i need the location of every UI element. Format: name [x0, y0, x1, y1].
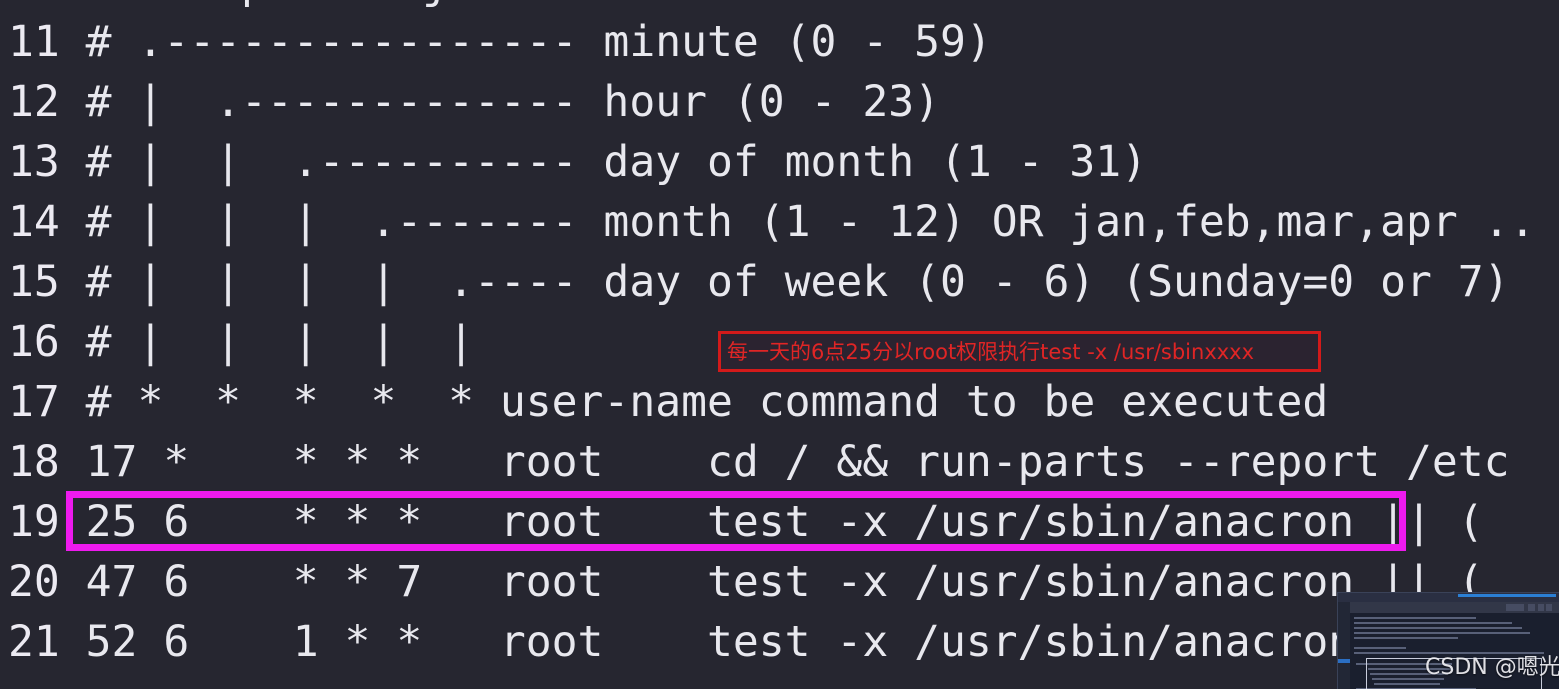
- line-text-19: 25 6 * * * root test -x /usr/sbin/anacro…: [85, 497, 1484, 547]
- code-line-14[interactable]: 14 # | | | .------- month (1 - 12) OR ja…: [8, 192, 1559, 252]
- line-number-15: 15: [8, 257, 60, 307]
- code-line-13[interactable]: 13 # | | .---------- day of month (1 - 3…: [8, 132, 1559, 192]
- code-line-15[interactable]: 15 # | | | | .---- day of week (0 - 6) (…: [8, 252, 1559, 312]
- pip-maximize-button[interactable]: [1546, 604, 1552, 611]
- line-text-16: # | | | | |: [85, 317, 474, 367]
- pip-minimize-button[interactable]: [1538, 604, 1544, 611]
- line-number-18: 18: [8, 437, 60, 487]
- pip-selected-line-marker: [1338, 659, 1350, 663]
- line-number-20: 20: [8, 557, 60, 607]
- line-text-14: # | | | .------- month (1 - 12) OR jan,f…: [85, 197, 1536, 247]
- red-annotation-text: 每一天的6点25分以root权限执行test -x /usr/sbinxxxx: [727, 339, 1255, 364]
- line-text-15: # | | | | .---- day of week (0 - 6) (Sun…: [85, 257, 1510, 307]
- code-line-20[interactable]: 20 47 6 * * 7 root test -x /usr/sbin/ana…: [8, 552, 1559, 612]
- line-text-18: 17 * * * * root cd / && run-parts --repo…: [85, 437, 1510, 487]
- line-number-17: 17: [8, 377, 60, 427]
- red-annotation-box: 每一天的6点25分以root权限执行test -x /usr/sbinxxxx: [718, 331, 1321, 372]
- code-line-19[interactable]: 19 25 6 * * * root test -x /usr/sbin/ana…: [8, 492, 1559, 552]
- line-number-19: 19: [8, 497, 60, 547]
- line-text-17: # * * * * * user-name command to be exec…: [85, 377, 1329, 427]
- code-line-11[interactable]: 11 # .---------------- minute (0 - 59): [8, 12, 1559, 72]
- csdn-watermark: CSDN @嗯光: [1425, 655, 1559, 680]
- line-number-12: 12: [8, 77, 60, 127]
- screenshot-root: 10 # Example of job definition: 11 # .--…: [0, 0, 1559, 689]
- pip-save-button[interactable]: [1506, 604, 1524, 611]
- line-number-11: 11: [8, 17, 60, 67]
- code-line-18[interactable]: 18 17 * * * * root cd / && run-parts --r…: [8, 432, 1559, 492]
- pip-menu-button[interactable]: [1528, 604, 1535, 611]
- line-number-16: 16: [8, 317, 60, 367]
- line-number-13: 13: [8, 137, 60, 187]
- code-line-12[interactable]: 12 # | .------------- hour (0 - 23): [8, 72, 1559, 132]
- line-text-20: 47 6 * * 7 root test -x /usr/sbin/anacro…: [85, 557, 1484, 607]
- pip-accent-bar: [1458, 594, 1556, 597]
- line-text-13: # | | .---------- day of month (1 - 31): [85, 137, 1148, 187]
- line-text-11: # .---------------- minute (0 - 59): [85, 17, 992, 67]
- code-line-17[interactable]: 17 # * * * * * user-name command to be e…: [8, 372, 1559, 432]
- pip-line-number-gutter: [1338, 602, 1350, 689]
- line-text-21: 52 6 1 * * root test -x /usr/sbin/anacro…: [85, 617, 1484, 667]
- line-text-12: # | .------------- hour (0 - 23): [85, 77, 940, 127]
- code-line-21[interactable]: 21 52 6 1 * * root test -x /usr/sbin/ana…: [8, 612, 1559, 672]
- line-number-14: 14: [8, 197, 60, 247]
- line-number-21: 21: [8, 617, 60, 667]
